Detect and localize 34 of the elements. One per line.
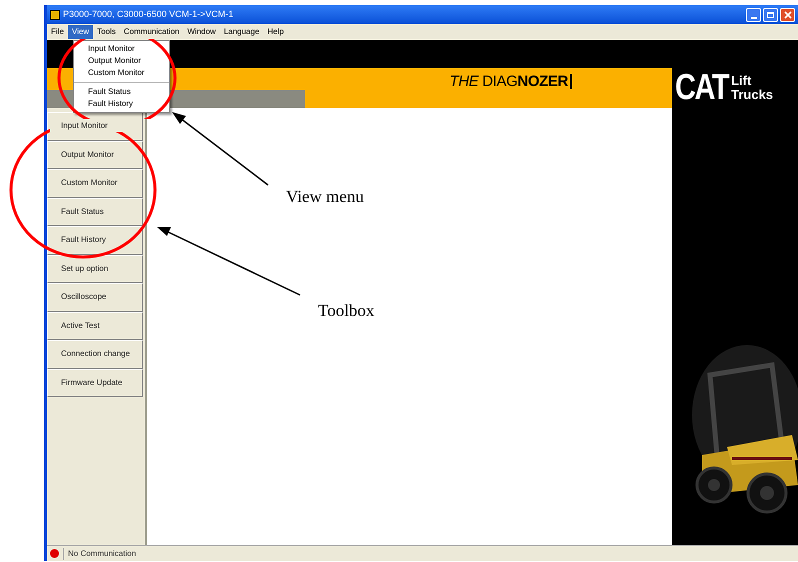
status-text: No Communication: [63, 548, 136, 560]
minimize-button[interactable]: [746, 8, 761, 22]
window-title: P3000-7000, C3000-6500 VCM-1->VCM-1: [63, 8, 234, 21]
toolbox-button[interactable]: Active Test: [47, 312, 143, 340]
toolbox-button[interactable]: Firmware Update: [47, 368, 143, 397]
toolbox-button[interactable]: Fault History: [47, 226, 143, 254]
product-title: THE DIAGNOZER: [450, 74, 572, 89]
menu-item[interactable]: View: [68, 25, 94, 39]
toolbox-button[interactable]: Fault Status: [47, 198, 143, 226]
menu-item[interactable]: Window: [183, 25, 220, 39]
menu-item[interactable]: File: [47, 25, 68, 39]
menu-item[interactable]: Language: [220, 25, 264, 39]
close-button[interactable]: [780, 8, 795, 22]
menu-item[interactable]: Tools: [93, 25, 120, 39]
dropdown-item[interactable]: Fault Status: [74, 86, 169, 98]
annotation-label: Toolbox: [318, 300, 374, 322]
dropdown-item[interactable]: Output Monitor: [74, 55, 169, 67]
app-icon: [50, 10, 60, 20]
annotation-label: View menu: [286, 186, 364, 208]
brand-logo: CAT: [675, 70, 728, 106]
menu-item[interactable]: Communication: [120, 25, 184, 39]
dropdown-item[interactable]: Fault History: [74, 98, 169, 110]
toolbox-button[interactable]: Custom Monitor: [47, 169, 143, 198]
toolbox-button[interactable]: Output Monitor: [47, 140, 143, 169]
maximize-button[interactable]: [763, 8, 778, 22]
logo-subtitle: Lift: [731, 74, 752, 88]
dropdown-item[interactable]: Input Monitor: [74, 43, 169, 55]
menu-item[interactable]: Help: [263, 25, 288, 39]
toolbox-button[interactable]: Set up option: [47, 254, 143, 283]
toolbox-button[interactable]: Oscilloscope: [47, 283, 143, 312]
logo-subtitle: Trucks: [731, 88, 774, 102]
close-icon: [784, 10, 792, 18]
toolbox-button[interactable]: Connection change: [47, 340, 143, 368]
dropdown-item[interactable]: Custom Monitor: [74, 67, 169, 79]
